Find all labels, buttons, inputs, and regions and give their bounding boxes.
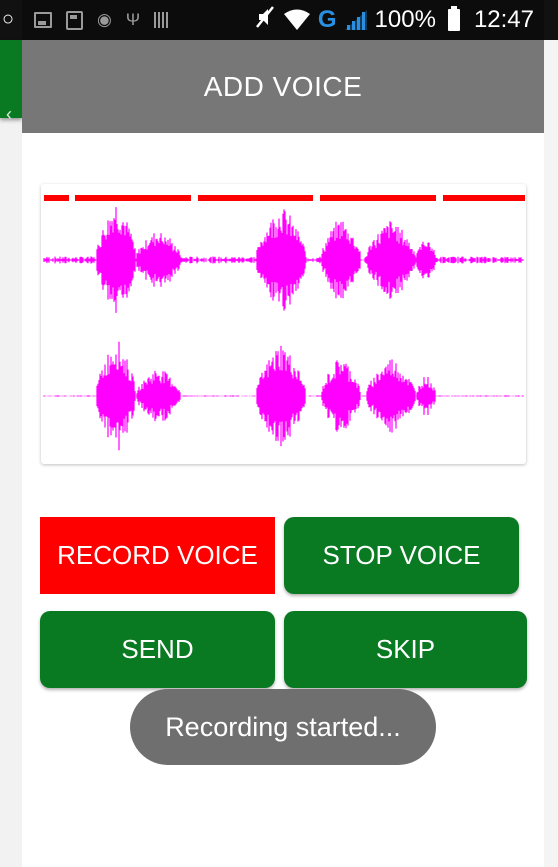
waveform-marker-3 xyxy=(320,195,436,201)
action-bar: ADD VOICE xyxy=(22,40,544,133)
stop-voice-button[interactable]: STOP VOICE xyxy=(284,517,519,594)
clock: 12:47 xyxy=(473,6,534,33)
app-screen: ◉ Ψ G 100% 12:47 ADD VOICE RECORD VOICE … xyxy=(22,0,544,867)
battery-icon xyxy=(447,6,460,31)
signal-icon xyxy=(344,10,367,30)
page-title: ADD VOICE xyxy=(203,70,363,102)
system-icons: G 100% 12:47 xyxy=(254,0,534,40)
previous-screen-arrow-icon: ‹ xyxy=(6,104,12,124)
previous-screen-header: ‹ xyxy=(0,40,22,124)
skip-button[interactable]: SKIP xyxy=(284,611,527,688)
eye-icon: ◉ xyxy=(97,10,112,29)
waveform-marker-1 xyxy=(75,195,191,201)
waveform-marker-4 xyxy=(443,195,525,201)
battery-percent: 100% xyxy=(374,6,436,33)
usb-icon: Ψ xyxy=(125,10,141,29)
wifi-icon xyxy=(283,9,310,31)
send-button[interactable]: SEND xyxy=(40,611,275,688)
waveform-marker-0 xyxy=(44,195,69,201)
next-screen-peek xyxy=(544,0,558,867)
notification-icons: ◉ Ψ xyxy=(34,0,171,40)
previous-status-bar: ○ xyxy=(0,0,22,40)
waveform-view xyxy=(41,184,526,464)
record-voice-button[interactable]: RECORD VOICE xyxy=(40,517,275,594)
image-icon xyxy=(34,12,52,28)
next-status-bar xyxy=(544,0,558,40)
previous-screen-icon: ○ xyxy=(2,8,15,30)
mute-icon xyxy=(254,5,276,35)
waveform-channel-bottom xyxy=(43,341,524,451)
sd-card-icon xyxy=(66,10,83,30)
toast-message: Recording started... xyxy=(130,689,436,765)
waveform-graphic xyxy=(43,195,525,451)
waveform-channel-top xyxy=(43,207,524,313)
network-type: G xyxy=(317,6,337,33)
previous-screen-peek: ○ ‹ xyxy=(0,0,22,867)
waveform-marker-2 xyxy=(198,195,313,201)
status-bar: ◉ Ψ G 100% 12:47 xyxy=(22,0,544,40)
barcode-icon xyxy=(154,12,171,28)
